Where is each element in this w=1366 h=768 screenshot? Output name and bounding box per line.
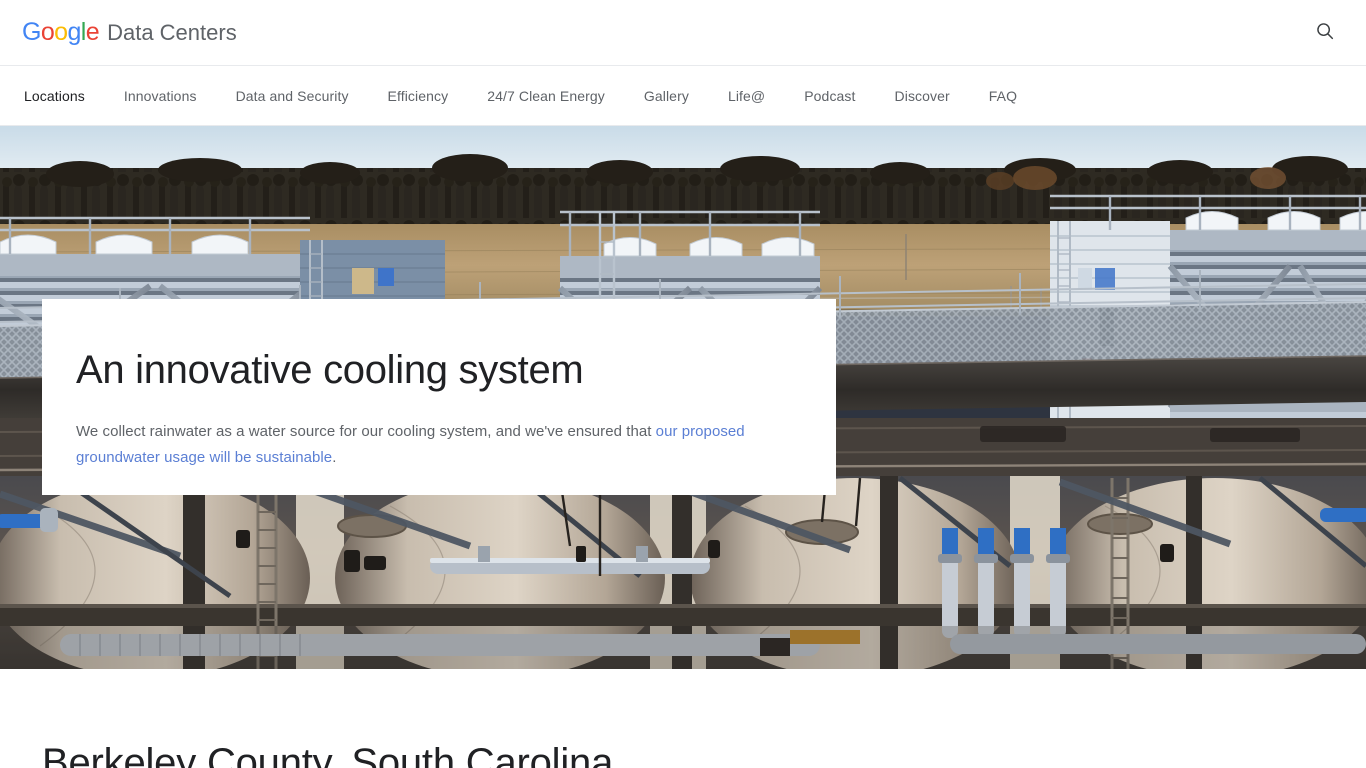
logo-letter-o2: o (54, 18, 68, 46)
nav-item-faq[interactable]: FAQ (989, 88, 1017, 104)
product-name: Data Centers (107, 20, 237, 45)
nav-item-locations[interactable]: Locations (24, 88, 85, 104)
hero-description-period: . (332, 449, 337, 466)
nav-item-podcast[interactable]: Podcast (804, 88, 855, 104)
hero-title: An innovative cooling system (76, 348, 584, 392)
logo-letter-g1: G (22, 18, 41, 46)
site-header: Google Data Centers (0, 0, 1366, 66)
hero-description: We collect rainwater as a water source f… (76, 419, 776, 471)
hero-description-text: We collect rainwater as a water source f… (76, 423, 656, 440)
nav-item-life-at[interactable]: Life@ (728, 88, 765, 104)
hero-section: An innovative cooling system We collect … (0, 126, 1366, 669)
logo-letter-g2: g (67, 18, 81, 46)
google-logo: Google (22, 18, 100, 46)
location-section: Berkeley County, South Carolina (0, 669, 1366, 768)
search-icon (1314, 20, 1336, 45)
location-title: Berkeley County, South Carolina (42, 741, 614, 768)
primary-nav: Locations Innovations Data and Security … (0, 66, 1366, 126)
logo-letter-e: e (85, 18, 100, 46)
nav-item-gallery[interactable]: Gallery (644, 88, 689, 104)
search-button[interactable] (1308, 16, 1342, 50)
logo-letter-o1: o (40, 18, 55, 46)
nav-item-discover[interactable]: Discover (895, 88, 950, 104)
nav-item-efficiency[interactable]: Efficiency (388, 88, 449, 104)
nav-item-data-and-security[interactable]: Data and Security (236, 88, 349, 104)
hero-card: An innovative cooling system We collect … (42, 299, 836, 495)
nav-item-innovations[interactable]: Innovations (124, 88, 197, 104)
brand-logo-link[interactable]: Google Data Centers (22, 20, 237, 45)
nav-item-clean-energy[interactable]: 24/7 Clean Energy (487, 88, 605, 104)
